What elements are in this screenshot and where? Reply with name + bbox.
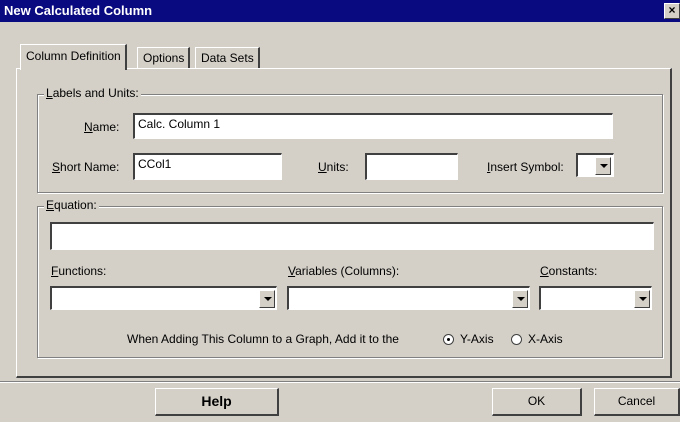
short-name-field[interactable]: CCol1: [133, 153, 282, 180]
axis-prompt: When Adding This Column to a Graph, Add …: [127, 332, 399, 346]
x-axis-radio[interactable]: [511, 334, 522, 345]
close-button[interactable]: ×: [664, 3, 680, 19]
functions-label: Functions:: [51, 264, 107, 278]
variables-dropdown[interactable]: [287, 286, 530, 310]
chevron-down-icon[interactable]: [259, 290, 275, 308]
variables-label: Variables (Columns):: [288, 264, 400, 278]
ok-button[interactable]: OK: [492, 388, 582, 416]
chevron-down-icon[interactable]: [512, 290, 528, 308]
help-button[interactable]: Help: [155, 388, 279, 416]
y-axis-label[interactable]: Y-Axis: [460, 332, 494, 346]
bottom-separator-highlight: [0, 382, 680, 383]
constants-label: Constants:: [540, 264, 598, 278]
units-label: Units:: [318, 160, 349, 174]
tab-column-definition[interactable]: Column Definition: [20, 44, 127, 70]
units-field[interactable]: [365, 153, 458, 180]
functions-dropdown[interactable]: [50, 286, 277, 310]
labels-and-units-legend: Labels and Units:: [44, 86, 141, 100]
chevron-down-icon[interactable]: [634, 290, 650, 308]
equation-legend: Equation:: [44, 198, 99, 212]
insert-symbol-label: Insert Symbol:: [487, 160, 564, 174]
chevron-down-icon[interactable]: [595, 157, 611, 175]
tab-options[interactable]: Options: [137, 47, 191, 69]
constants-dropdown[interactable]: [539, 286, 652, 310]
x-axis-label[interactable]: X-Axis: [528, 332, 563, 346]
name-field[interactable]: Calc. Column 1: [133, 113, 613, 139]
name-label: Name:: [84, 120, 120, 134]
labels-and-units-group: [37, 94, 663, 193]
window-title: New Calculated Column: [4, 3, 153, 18]
tab-data-sets[interactable]: Data Sets: [195, 47, 260, 69]
y-axis-radio[interactable]: [443, 334, 454, 345]
short-name-label: Short Name:: [52, 160, 120, 174]
equation-input[interactable]: [50, 222, 654, 250]
close-icon: ×: [668, 3, 676, 17]
cancel-button[interactable]: Cancel: [594, 388, 680, 416]
insert-symbol-dropdown[interactable]: [576, 153, 614, 177]
